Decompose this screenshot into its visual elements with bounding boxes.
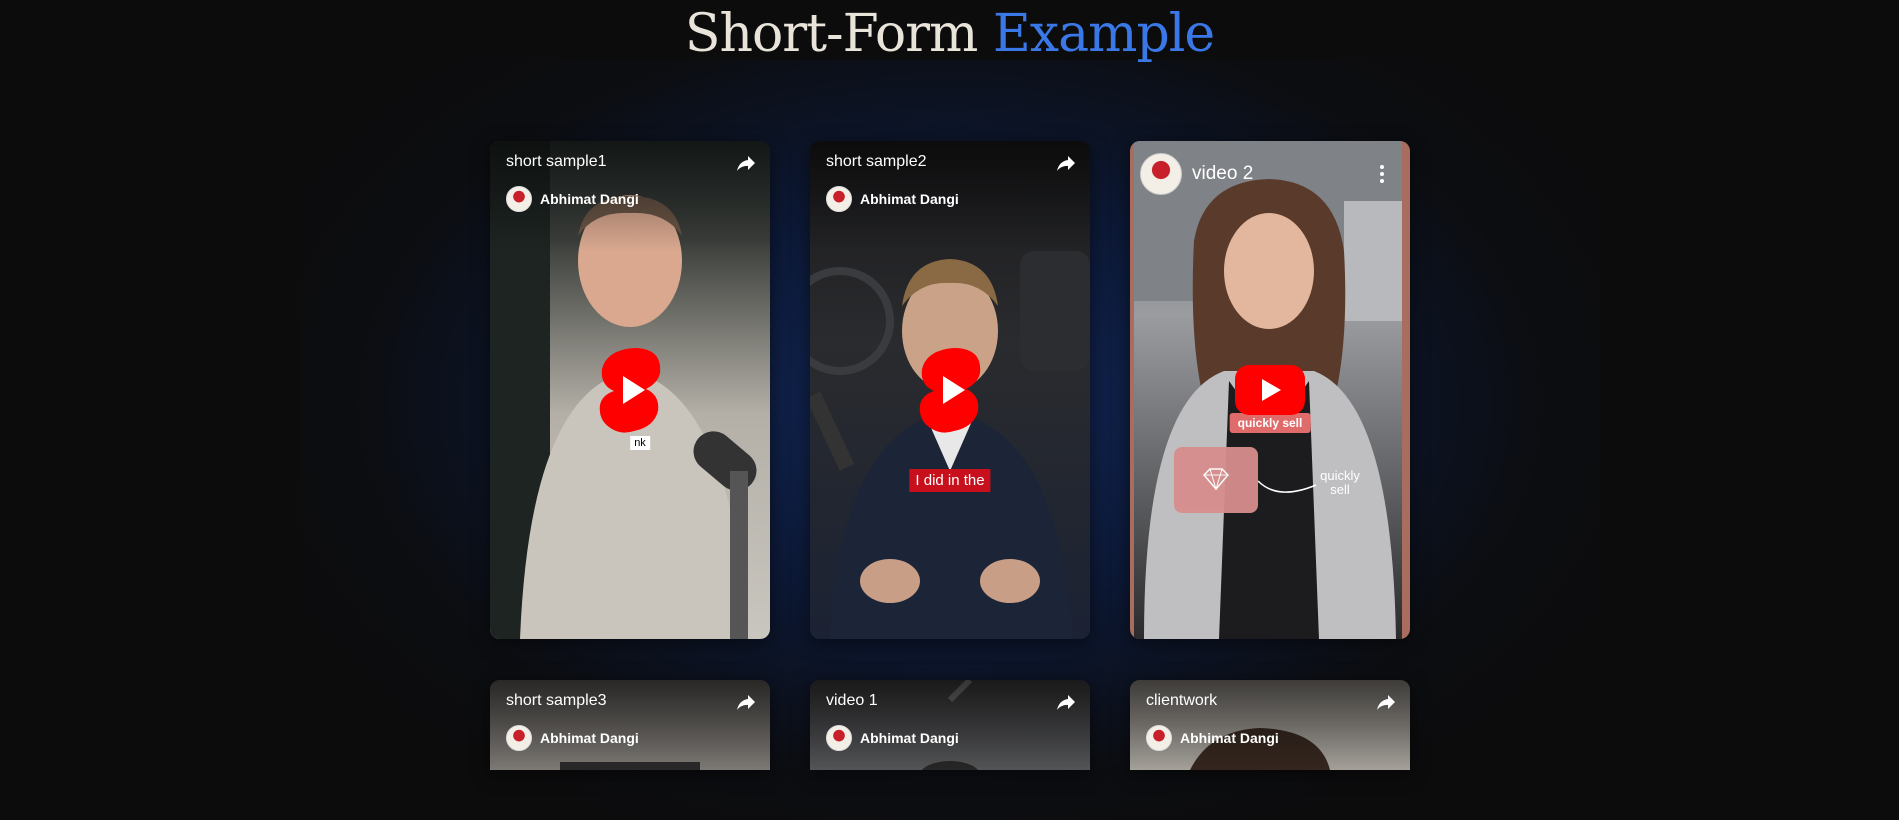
channel-name: Abhimat Dangi	[1180, 730, 1279, 746]
card-title: video 1	[826, 692, 878, 709]
channel-info[interactable]: Abhimat Dangi	[506, 186, 639, 212]
video-card-short-sample3[interactable]: short sample3 Abhimat Dangi	[490, 680, 770, 770]
channel-name: Abhimat Dangi	[540, 730, 639, 746]
video-card-video-2[interactable]: video 2 quickly sell quickly sell	[1130, 141, 1410, 639]
diamond-icon	[1202, 468, 1230, 491]
video-caption: I did in the	[909, 469, 991, 492]
card-title: clientwork	[1146, 692, 1218, 709]
channel-info[interactable]: Abhimat Dangi	[506, 725, 639, 751]
channel-header[interactable]: video 2	[1140, 153, 1253, 195]
connector-line	[1258, 480, 1317, 493]
video-card-short-sample2[interactable]: short sample2 Abhimat Dangi I did in the	[810, 141, 1090, 639]
channel-avatar	[1146, 725, 1172, 751]
card-title: short sample1	[506, 153, 607, 170]
card-title: short sample2	[826, 153, 927, 170]
channel-name: Abhimat Dangi	[860, 730, 959, 746]
title-main: Short-Form	[684, 4, 978, 64]
card-title: short sample3	[506, 692, 607, 709]
shorts-play-icon[interactable]	[914, 345, 986, 435]
video-caption: nk	[630, 436, 650, 450]
channel-info[interactable]: Abhimat Dangi	[826, 186, 959, 212]
page-title: Short-Form Example	[0, 2, 1899, 66]
video-card-short-sample1[interactable]: short sample1 Abhimat Dangi nk	[490, 141, 770, 639]
channel-avatar	[826, 725, 852, 751]
channel-info[interactable]: Abhimat Dangi	[826, 725, 959, 751]
channel-name: Abhimat Dangi	[540, 191, 639, 207]
overlay-pill: quickly sell	[1229, 413, 1311, 433]
channel-name: Abhimat Dangi	[860, 191, 959, 207]
video-card-clientwork[interactable]: clientwork Abhimat Dangi	[1130, 680, 1410, 770]
share-icon[interactable]	[734, 690, 758, 714]
share-icon[interactable]	[1054, 151, 1078, 175]
channel-avatar	[506, 186, 532, 212]
share-icon[interactable]	[734, 151, 758, 175]
title-accent: Example	[992, 4, 1215, 64]
channel-avatar	[506, 725, 532, 751]
more-vert-icon[interactable]	[1380, 165, 1384, 183]
channel-info[interactable]: Abhimat Dangi	[1146, 725, 1279, 751]
channel-avatar	[1140, 153, 1182, 195]
shorts-play-icon[interactable]	[594, 345, 666, 435]
channel-avatar	[826, 186, 852, 212]
youtube-play-icon[interactable]	[1235, 365, 1305, 415]
share-icon[interactable]	[1054, 690, 1078, 714]
card-title: video 2	[1192, 163, 1254, 184]
diamond-graphic	[1174, 447, 1258, 513]
video-card-video-1[interactable]: video 1 Abhimat Dangi	[810, 680, 1090, 770]
overlay-text: quickly sell	[1320, 468, 1360, 497]
share-icon[interactable]	[1374, 690, 1398, 714]
